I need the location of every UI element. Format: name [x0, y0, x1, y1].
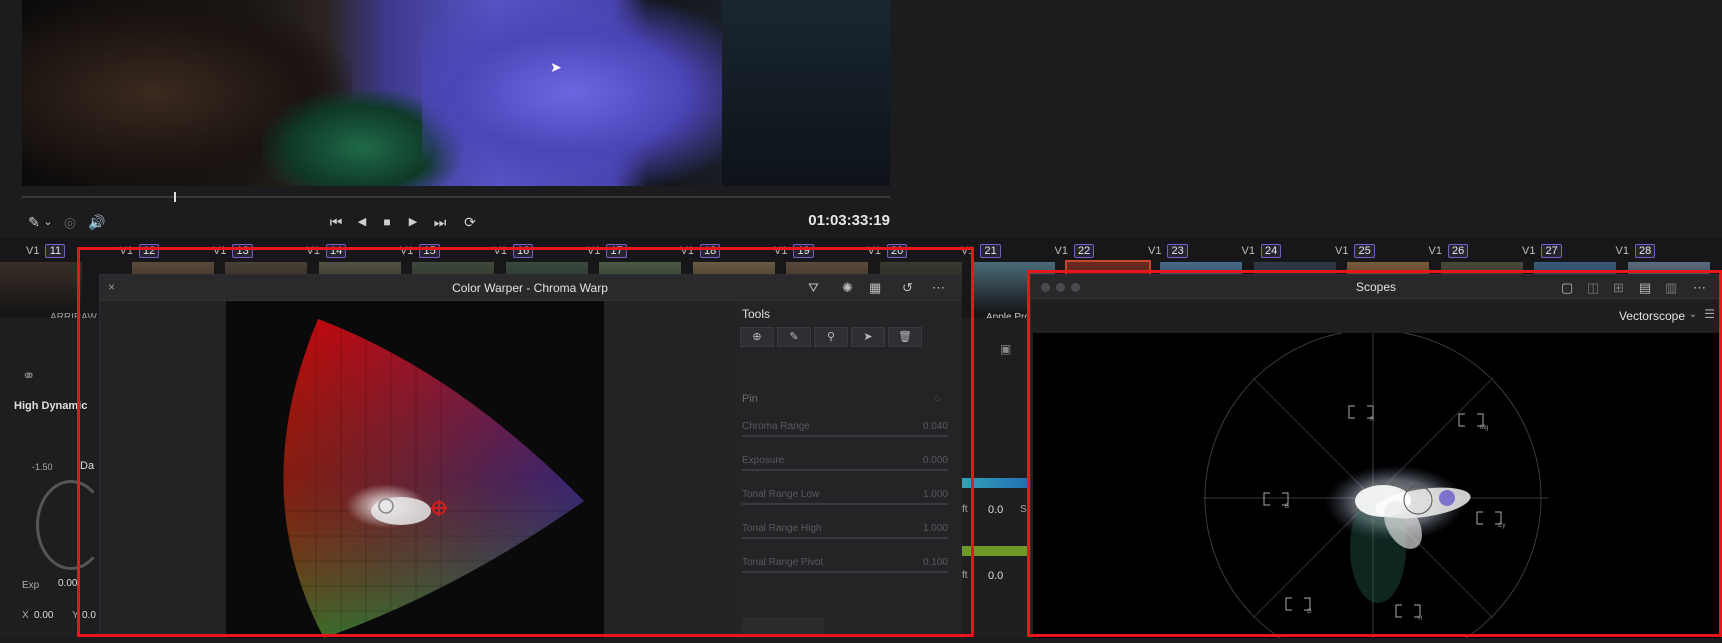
clip-number-badge[interactable]: 25 [1354, 244, 1375, 258]
viewer-frame-coat [422, 0, 752, 186]
shift-value-2[interactable]: 0.0 [988, 570, 1003, 582]
clip-label: V1 26 [1429, 244, 1469, 260]
clip-label: V1 28 [1616, 244, 1656, 260]
track-label: V1 [1522, 245, 1536, 257]
user-icon[interactable]: ▣ [1000, 342, 1011, 356]
skip-forward-button[interactable]: ⏭ [430, 210, 450, 234]
clip-label: V1 23 [1148, 244, 1188, 260]
clip-label: V1 24 [1242, 244, 1282, 260]
viewer-frame-door [722, 0, 890, 186]
track-label: V1 [1148, 245, 1162, 257]
clip-number-badge[interactable]: 22 [1073, 244, 1095, 258]
highlight-box-color-warper [77, 247, 974, 637]
stop-button[interactable]: ■ [379, 210, 395, 234]
video-viewer[interactable] [22, 0, 890, 186]
clip-label: V1 22 [1055, 244, 1095, 260]
play-button[interactable]: ▶ [405, 210, 421, 234]
clip-number-badge[interactable]: 21 [980, 244, 1001, 258]
track-label: V1 [1241, 245, 1255, 257]
track-label: V1 [1335, 245, 1349, 257]
step-back-button[interactable]: ◀ [354, 210, 370, 234]
clip-number-badge[interactable]: 24 [1260, 244, 1282, 258]
clip-number-badge[interactable]: 27 [1541, 244, 1562, 258]
viewer-playhead[interactable] [174, 192, 176, 202]
clip-number-badge[interactable]: 26 [1447, 244, 1469, 258]
highlight-box-scopes [1027, 270, 1722, 637]
mouse-pointer-icon: ➤ [550, 59, 562, 75]
loop-button[interactable]: ⟳ [460, 210, 480, 234]
skip-back-button[interactable]: ⏮ [326, 210, 346, 234]
clip-number-badge[interactable]: 23 [1167, 244, 1188, 258]
clip-thumbnail[interactable] [0, 262, 82, 314]
highlight-icon[interactable]: ◎ [62, 210, 78, 234]
s-label: S [1020, 504, 1027, 515]
exposure-label: Exp [22, 580, 40, 591]
x-value[interactable]: 0.00 [34, 610, 53, 621]
clip-label: V1 27 [1522, 244, 1562, 260]
viewer-scrubber-track[interactable] [22, 196, 890, 198]
volume-icon[interactable]: 🔊 [88, 210, 105, 234]
timecode-display: 01:03:33:19 [808, 212, 890, 229]
shift-value-1[interactable]: 0.0 [988, 504, 1003, 516]
exposure-value[interactable]: 0.00 [58, 578, 77, 589]
clip-number-badge[interactable]: 11 [45, 244, 66, 258]
eyedropper-icon[interactable]: ✎ [26, 210, 42, 234]
zone-value: -1.50 [32, 462, 53, 472]
node-icon[interactable]: ⚭ [22, 366, 35, 386]
chevron-down-icon[interactable]: ⌄ [42, 210, 54, 234]
clip-label: V1 11 [26, 244, 66, 260]
track-label: V1 [1615, 245, 1629, 257]
track-label: V1 [26, 245, 40, 257]
transport-controls: ✎ ⌄ ◎ 🔊 ⏮ ◀ ■ ▶ ⏭ ⟳ 01:03:33:19 [22, 210, 890, 236]
track-label: V1 [1428, 245, 1442, 257]
track-label: V1 [1054, 245, 1068, 257]
clip-label: V1 25 [1335, 244, 1375, 260]
x-label: X [22, 610, 29, 621]
clip-number-badge[interactable]: 28 [1634, 244, 1656, 258]
